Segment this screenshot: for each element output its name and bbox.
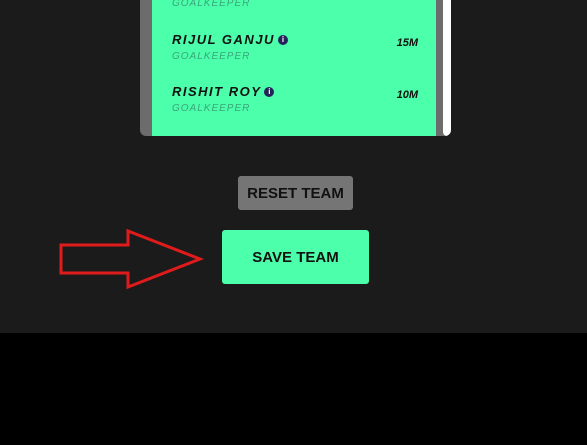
player-list[interactable]: GOALKEEPER RIJUL GANJU i GOALKEEPER 15M … xyxy=(152,0,436,136)
save-team-button[interactable]: SAVE TEAM xyxy=(222,230,369,284)
player-row[interactable]: RISHIT ROY i GOALKEEPER 10M xyxy=(152,84,436,124)
player-name-text: RIJUL GANJU xyxy=(172,32,275,47)
info-icon[interactable]: i xyxy=(264,86,275,97)
app-container: GOALKEEPER RIJUL GANJU i GOALKEEPER 15M … xyxy=(0,0,569,333)
player-role: GOALKEEPER xyxy=(172,51,251,62)
player-role: GOALKEEPER xyxy=(172,0,251,9)
info-icon[interactable]: i xyxy=(277,34,288,45)
player-price: 10M xyxy=(396,89,418,101)
arrow-shape xyxy=(59,228,205,290)
player-price: 15M xyxy=(396,37,418,49)
player-row[interactable]: RIJUL GANJU i GOALKEEPER 15M xyxy=(152,32,436,72)
player-list-panel: GOALKEEPER RIJUL GANJU i GOALKEEPER 15M … xyxy=(140,0,451,136)
player-name-text: RISHIT ROY xyxy=(172,84,262,99)
player-row[interactable]: GOALKEEPER xyxy=(152,0,436,32)
page-scrollbar[interactable] xyxy=(569,0,587,333)
player-role: GOALKEEPER xyxy=(172,103,251,114)
reset-team-button[interactable]: RESET TEAM xyxy=(238,176,353,210)
list-scrollbar[interactable] xyxy=(443,0,451,136)
player-name: RISHIT ROY i xyxy=(172,84,275,99)
annotation-arrow-icon xyxy=(59,228,205,290)
player-name: RIJUL GANJU i xyxy=(172,32,288,47)
